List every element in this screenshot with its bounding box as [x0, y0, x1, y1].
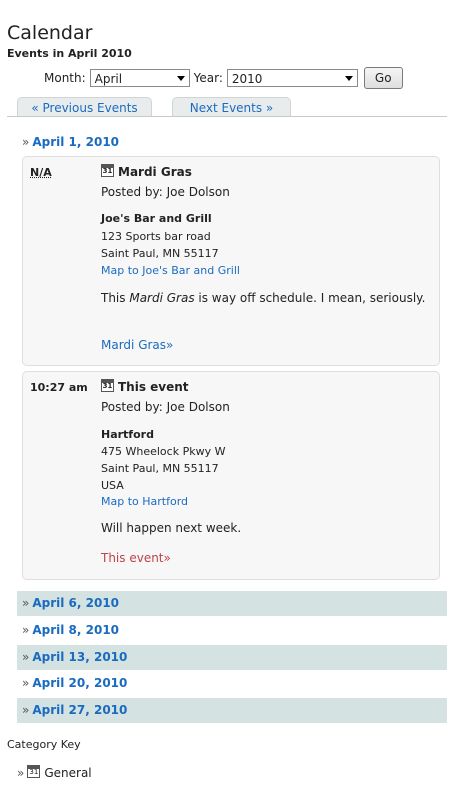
go-button[interactable]: Go: [363, 67, 403, 89]
day-header[interactable]: » April 6, 2010: [17, 591, 447, 616]
day-label: April 20, 2010: [32, 676, 128, 690]
day-bullet: »: [22, 623, 30, 637]
day-header[interactable]: » April 20, 2010: [17, 671, 447, 696]
month-select-value: April: [94, 72, 123, 86]
calendar-icon: [101, 164, 114, 177]
event-time: 10:27 am: [30, 381, 88, 394]
month-label: Month:: [44, 71, 86, 85]
event-description: This Mardi Gras is way off schedule. I m…: [101, 287, 437, 309]
category-label: General: [44, 766, 92, 780]
venue-city: Saint Paul, MN 55117: [101, 247, 219, 260]
day-label: April 6, 2010: [32, 596, 120, 610]
event-more-link[interactable]: Mardi Gras»: [101, 338, 173, 352]
previous-events-tab[interactable]: « Previous Events: [17, 97, 152, 117]
category-item[interactable]: » General: [17, 765, 92, 780]
event-title[interactable]: This event: [101, 379, 189, 394]
venue-city: Saint Paul, MN 55117: [101, 462, 219, 475]
event-title[interactable]: Mardi Gras: [101, 164, 192, 179]
day-header[interactable]: » April 8, 2010: [17, 618, 447, 643]
day-label: April 8, 2010: [32, 623, 120, 637]
calendar-icon: [27, 765, 41, 778]
day-label: April 1, 2010: [32, 135, 120, 149]
venue-street: 475 Wheelock Pkwy W: [101, 445, 226, 458]
event-title-text: This event: [118, 380, 189, 394]
event-description-part: This: [101, 291, 130, 305]
day-header[interactable]: » April 1, 2010: [17, 130, 447, 155]
event-description-part: is way off schedule. I mean, seriously.: [194, 291, 426, 305]
year-select-value: 2010: [231, 72, 263, 86]
event-posted-by: Posted by: Joe Dolson: [101, 400, 230, 414]
day-header[interactable]: » April 13, 2010: [17, 645, 447, 670]
day-bullet: »: [22, 676, 30, 690]
page-title: Calendar: [7, 22, 93, 44]
month-select[interactable]: April: [89, 69, 190, 87]
calendar-page: Calendar Events in April 2010 Month: Apr…: [0, 0, 459, 792]
event-description: Will happen next week.: [101, 521, 242, 535]
page-subtitle: Events in April 2010: [7, 47, 132, 60]
chevron-down-icon: [176, 76, 185, 81]
day-bullet: »: [22, 703, 30, 717]
calendar-icon: [101, 379, 114, 392]
day-label: April 27, 2010: [32, 703, 128, 717]
category-bullet: »: [17, 766, 25, 780]
year-label: Year:: [193, 71, 223, 85]
category-key-title: Category Key: [7, 738, 81, 751]
venue-name: Joe's Bar and Grill: [101, 212, 212, 225]
event-more-link[interactable]: This event»: [101, 551, 171, 565]
next-events-tab[interactable]: Next Events »: [172, 97, 291, 117]
map-link[interactable]: Map to Hartford: [101, 495, 188, 508]
chevron-down-icon: [344, 76, 353, 81]
day-header[interactable]: » April 27, 2010: [17, 698, 447, 723]
tab-divider: [7, 116, 447, 117]
event-title-text: Mardi Gras: [118, 165, 192, 179]
day-bullet: »: [22, 596, 30, 610]
event-card: N/A Mardi Gras Posted by: Joe Dolson Joe…: [22, 156, 440, 366]
day-bullet: »: [22, 135, 30, 149]
event-time: N/A: [30, 166, 52, 179]
year-select[interactable]: 2010: [226, 69, 358, 87]
month-year-form: Month: April Year: 2010 Go: [44, 67, 403, 89]
day-bullet: »: [22, 650, 30, 664]
event-posted-by: Posted by: Joe Dolson: [101, 185, 230, 199]
day-label: April 13, 2010: [32, 650, 128, 664]
venue-name: Hartford: [101, 428, 154, 441]
map-link[interactable]: Map to Joe's Bar and Grill: [101, 264, 240, 277]
venue-street: 123 Sports bar road: [101, 230, 211, 243]
event-description-emphasis: Mardi Gras: [129, 291, 195, 305]
venue-country: USA: [101, 479, 124, 492]
event-card: 10:27 am This event Posted by: Joe Dolso…: [22, 371, 440, 580]
